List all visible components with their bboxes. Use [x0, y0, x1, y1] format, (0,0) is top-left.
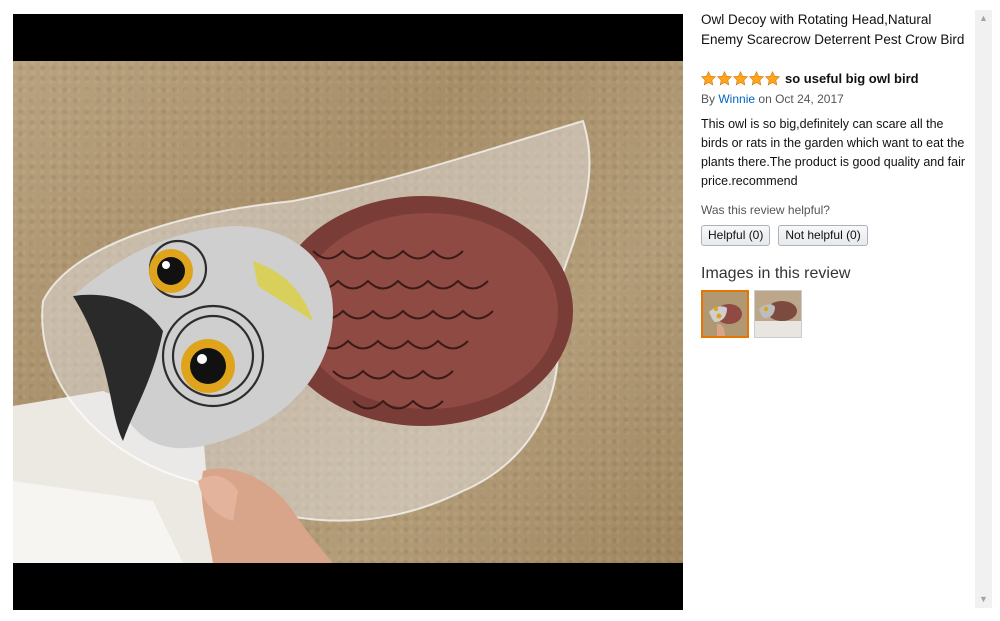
- star-icon: [765, 71, 780, 86]
- thumbnail-2[interactable]: [754, 290, 802, 338]
- review-title: so useful big owl bird: [785, 71, 919, 86]
- thumbnail-image: [755, 291, 801, 337]
- review-date: on Oct 24, 2017: [758, 92, 844, 106]
- thumbnail-1[interactable]: [701, 290, 749, 338]
- star-rating: [701, 71, 780, 86]
- chevron-up-icon[interactable]: ▲: [975, 10, 992, 27]
- helpful-button[interactable]: Helpful (0): [701, 225, 771, 246]
- star-icon: [701, 71, 716, 86]
- helpful-question: Was this review helpful?: [701, 203, 830, 217]
- byline-prefix: By: [701, 92, 716, 106]
- chevron-down-icon[interactable]: ▼: [975, 591, 992, 608]
- review-panel: Owl Decoy with Rotating Head,Natural Ene…: [701, 10, 973, 338]
- author-link[interactable]: Winnie: [718, 92, 755, 106]
- star-icon: [733, 71, 748, 86]
- thumbnail-strip: [701, 290, 973, 338]
- star-icon: [717, 71, 732, 86]
- vertical-scrollbar[interactable]: ▲ ▼: [975, 10, 992, 608]
- review-byline: By Winnie on Oct 24, 2017: [701, 92, 973, 106]
- helpful-buttons: Helpful (0) Not helpful (0): [701, 225, 973, 246]
- product-title[interactable]: Owl Decoy with Rotating Head,Natural Ene…: [701, 10, 973, 50]
- images-heading: Images in this review: [701, 265, 851, 282]
- owl-decoy-image: [13, 119, 591, 563]
- review-header: so useful big owl bird: [701, 71, 973, 86]
- image-viewer[interactable]: [13, 14, 683, 610]
- review-photo: [13, 61, 683, 563]
- thumbnail-image: [703, 292, 747, 336]
- review-body: This owl is so big,definitely can scare …: [701, 117, 966, 188]
- star-icon: [749, 71, 764, 86]
- not-helpful-button[interactable]: Not helpful (0): [778, 225, 868, 246]
